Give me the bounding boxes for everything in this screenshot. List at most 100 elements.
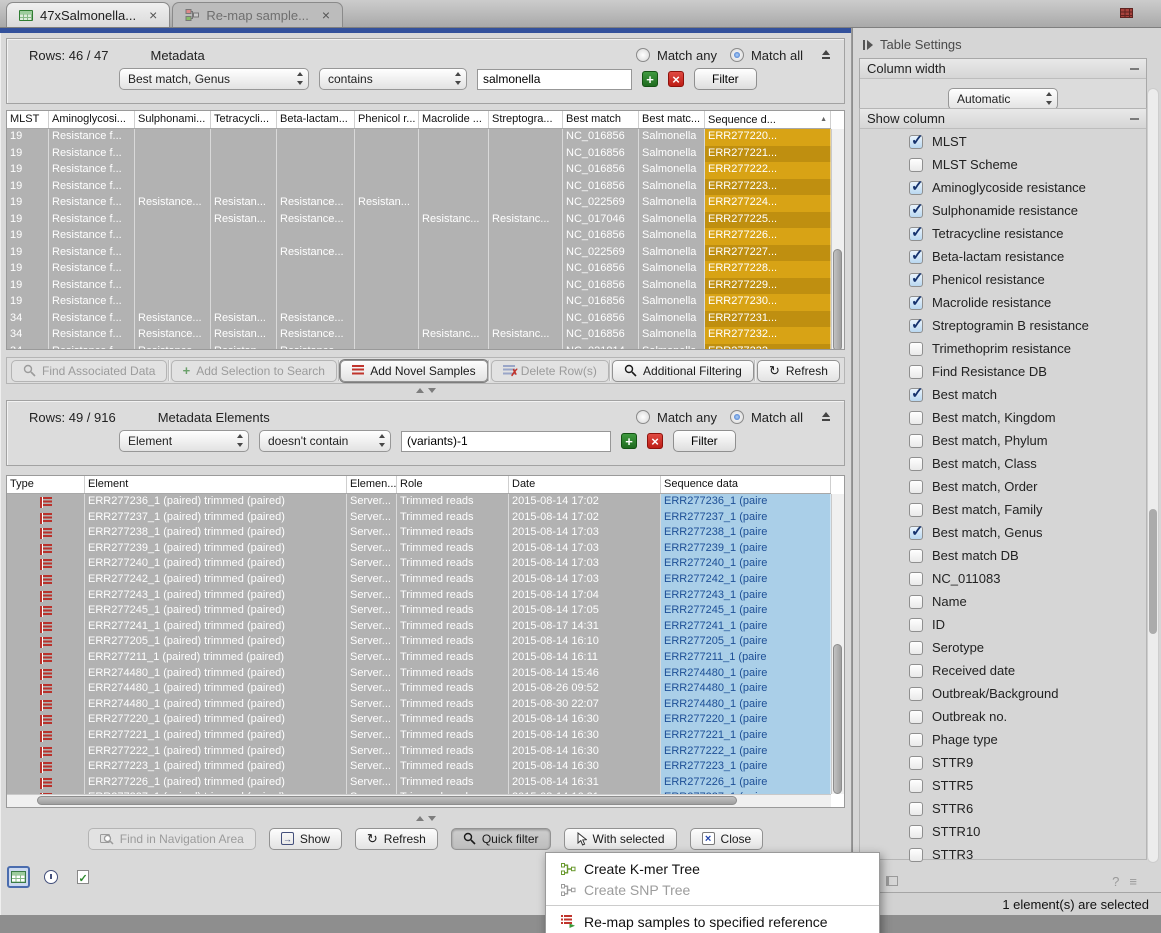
column-toggle-item[interactable]: Streptogramin B resistance — [859, 314, 1147, 337]
filter-operator-select[interactable]: doesn't contain — [259, 430, 391, 452]
checkbox[interactable] — [909, 526, 923, 540]
column-header[interactable]: Beta-lactam... — [277, 111, 355, 128]
table-row[interactable]: 19 Resistance f... Resistan... Resistanc… — [7, 212, 831, 229]
sidebar-scrollbar-thumb[interactable] — [1149, 509, 1157, 634]
column-toggle-item[interactable]: Aminoglycoside resistance — [859, 176, 1147, 199]
table-row[interactable]: ERR277239_1 (paired) trimmed (paired) Se… — [7, 541, 831, 557]
column-toggle-item[interactable]: NC_011083 — [859, 567, 1147, 590]
column-toggle-item[interactable]: STTR3 — [859, 843, 1147, 866]
table-row[interactable]: 19 Resistance f... NC_016856 Salmonella … — [7, 228, 831, 245]
checkbox[interactable] — [909, 319, 923, 333]
column-toggle-item[interactable]: Outbreak no. — [859, 705, 1147, 728]
checkbox[interactable] — [909, 572, 923, 586]
checkbox[interactable] — [909, 503, 923, 517]
table-row[interactable]: ERR274480_1 (paired) trimmed (paired) Se… — [7, 666, 831, 682]
column-header[interactable]: Date — [509, 476, 661, 493]
checkbox[interactable] — [909, 664, 923, 678]
table-row[interactable]: ERR277237_1 (paired) trimmed (paired) Se… — [7, 510, 831, 526]
checkbox[interactable] — [909, 802, 923, 816]
filter-button[interactable]: Filter — [694, 68, 757, 90]
column-header[interactable]: Best matc... — [639, 111, 705, 128]
horizontal-scrollbar-thumb[interactable] — [37, 796, 737, 805]
column-toggle-item[interactable]: ID — [859, 613, 1147, 636]
add-novel-samples-button[interactable]: Add Novel Samples — [340, 360, 487, 382]
match-all-radio[interactable] — [730, 48, 744, 62]
checkbox[interactable] — [909, 641, 923, 655]
column-header[interactable]: Sequence data — [661, 476, 831, 493]
checkbox[interactable] — [909, 227, 923, 241]
pane-splitter[interactable] — [412, 386, 440, 395]
column-header[interactable]: Streptogra... — [489, 111, 563, 128]
column-toggle-item[interactable]: STTR9 — [859, 751, 1147, 774]
sidebar-scrollbar[interactable] — [1147, 88, 1159, 863]
table-row[interactable]: 19 Resistance f... Resistance... NC_0225… — [7, 245, 831, 262]
column-toggle-item[interactable]: Best match DB — [859, 544, 1147, 567]
column-toggle-item[interactable]: STTR6 — [859, 797, 1147, 820]
add-criterion-button[interactable]: + — [621, 433, 637, 449]
remove-criterion-button[interactable]: × — [647, 433, 663, 449]
table-row[interactable]: ERR277211_1 (paired) trimmed (paired) Se… — [7, 650, 831, 666]
table-row[interactable]: ERR277245_1 (paired) trimmed (paired) Se… — [7, 603, 831, 619]
settings-menu-icon[interactable]: ≡ — [1129, 874, 1137, 889]
column-toggle-item[interactable]: STTR5 — [859, 774, 1147, 797]
with-selected-button[interactable]: With selected — [564, 828, 677, 850]
table-row[interactable]: ERR277238_1 (paired) trimmed (paired) Se… — [7, 525, 831, 541]
delete-rows-button[interactable]: ✗ Delete Row(s) — [491, 360, 609, 382]
checkbox[interactable] — [909, 710, 923, 724]
filter-button[interactable]: Filter — [673, 430, 736, 452]
column-header[interactable]: Tetracycli... — [211, 111, 277, 128]
column-toggle-item[interactable]: Best match, Family — [859, 498, 1147, 521]
sidebar-title[interactable]: Table Settings — [853, 28, 1161, 57]
match-all-radio[interactable] — [730, 410, 744, 424]
table-row[interactable]: ERR277242_1 (paired) trimmed (paired) Se… — [7, 572, 831, 588]
checkbox[interactable] — [909, 825, 923, 839]
tab-remap-samples[interactable]: Re-map sample... × — [172, 2, 343, 27]
find-associated-data-button[interactable]: Find Associated Data — [11, 360, 167, 382]
column-header[interactable]: Elemen... — [347, 476, 397, 493]
table-row[interactable]: ERR277222_1 (paired) trimmed (paired) Se… — [7, 744, 831, 760]
additional-filtering-button[interactable]: Additional Filtering — [612, 360, 754, 382]
table-row[interactable]: 19 Resistance f... NC_016856 Salmonella … — [7, 146, 831, 163]
refresh-button[interactable]: ↻ Refresh — [355, 828, 438, 850]
table-row[interactable]: 19 Resistance f... NC_016856 Salmonella … — [7, 129, 831, 146]
checkbox[interactable] — [909, 848, 923, 862]
column-header[interactable]: Sulphonami... — [135, 111, 211, 128]
checkbox[interactable] — [909, 756, 923, 770]
workspace-icon[interactable] — [1120, 8, 1133, 18]
table-row[interactable]: ERR277205_1 (paired) trimmed (paired) Se… — [7, 634, 831, 650]
checkbox[interactable] — [909, 549, 923, 563]
column-width-select[interactable]: Automatic — [948, 88, 1058, 110]
table-row[interactable]: 19 Resistance f... NC_016856 Salmonella … — [7, 162, 831, 179]
table-row[interactable]: ERR277223_1 (paired) trimmed (paired) Se… — [7, 759, 831, 775]
column-toggle-item[interactable]: MLST — [859, 130, 1147, 153]
close-icon[interactable]: × — [149, 8, 157, 22]
filter-value-input[interactable] — [477, 69, 632, 90]
column-toggle-item[interactable]: Tetracycline resistance — [859, 222, 1147, 245]
add-criterion-button[interactable]: + — [642, 71, 658, 87]
column-header[interactable]: MLST — [7, 111, 49, 128]
column-header[interactable]: Type — [7, 476, 85, 493]
add-selection-to-search-button[interactable]: + Add Selection to Search — [171, 360, 337, 382]
checkbox[interactable] — [909, 457, 923, 471]
collapse-group-icon[interactable] — [1130, 68, 1139, 70]
column-header[interactable]: Element — [85, 476, 347, 493]
table-row[interactable]: 19 Resistance f... Resistance... Resista… — [7, 195, 831, 212]
match-any-radio[interactable] — [636, 410, 650, 424]
table-view-button[interactable] — [7, 866, 30, 888]
table-row[interactable]: 34 Resistance f... Resistance... Resista… — [7, 311, 831, 328]
checkbox[interactable] — [909, 618, 923, 632]
column-toggle-item[interactable]: Find Resistance DB — [859, 360, 1147, 383]
horizontal-scrollbar[interactable] — [7, 794, 831, 807]
filter-value-input[interactable] — [401, 431, 611, 452]
checkbox[interactable] — [909, 733, 923, 747]
column-toggle-item[interactable]: Phenicol resistance — [859, 268, 1147, 291]
column-toggle-item[interactable]: Best match — [859, 383, 1147, 406]
column-header[interactable]: Aminoglycosi... — [49, 111, 135, 128]
column-toggle-item[interactable]: Macrolide resistance — [859, 291, 1147, 314]
refresh-button[interactable]: ↻ Refresh — [757, 360, 840, 382]
close-icon[interactable]: × — [322, 8, 330, 22]
filter-operator-select[interactable]: contains — [319, 68, 467, 90]
table-row[interactable]: ERR277226_1 (paired) trimmed (paired) Se… — [7, 775, 831, 791]
help-icon[interactable]: ? — [1112, 874, 1119, 889]
collapse-filter-icon[interactable] — [820, 412, 832, 423]
